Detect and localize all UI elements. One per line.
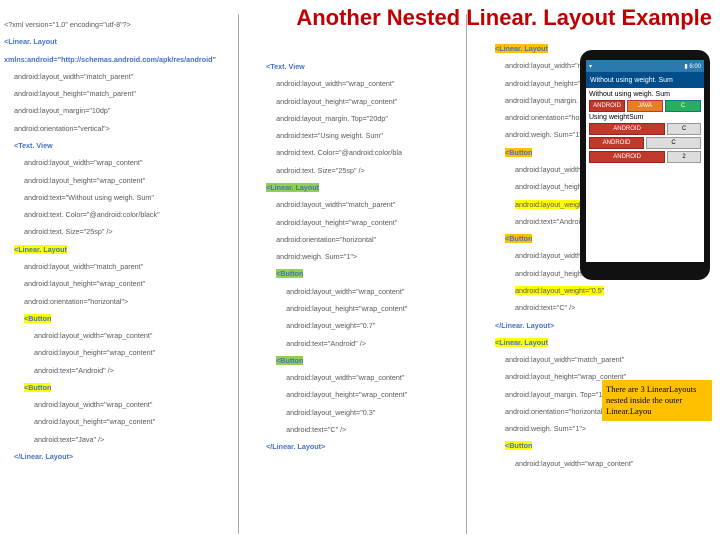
- code-line: <Button: [4, 310, 258, 327]
- code-line: <Linear. Layout: [4, 241, 258, 258]
- code-line: android:layout_height="wrap_content": [4, 344, 258, 361]
- code-line: android:text. Color="@android:color/blac…: [4, 206, 258, 223]
- code-line: android:layout_weight="0.5": [495, 282, 716, 299]
- phone-row-1: ANDROID JAVA C: [589, 100, 701, 112]
- code-line: </Linear. Layout>: [4, 448, 258, 465]
- code-line: android:layout_width="wrap_content": [495, 455, 716, 472]
- phone-btn-c-2: C: [667, 123, 701, 135]
- time-icon: ▾: [589, 63, 592, 70]
- phone-mockup: ▾ ▮ 6:00 Without using weight. Sum Withou…: [580, 50, 710, 280]
- phone-app-title: Without using weight. Sum: [586, 72, 704, 88]
- phone-body: Without using weigh. Sum ANDROID JAVA C …: [586, 88, 704, 262]
- code-line: android:text="Android" />: [266, 335, 487, 352]
- phone-btn-android-1: ANDROID: [589, 100, 625, 112]
- code-line: android:layout_width="wrap_content": [4, 327, 258, 344]
- code-line: android:layout_width="match_parent": [4, 68, 258, 85]
- code-line: <Button: [266, 352, 487, 369]
- code-line: android:layout_weight="0.3": [266, 404, 487, 421]
- code-line: android:layout_margin. Top="20dp": [266, 110, 487, 127]
- code-line: android:text. Size="25sp" />: [4, 223, 258, 240]
- phone-btn-android-4: ANDROID: [589, 151, 665, 163]
- code-line: </Linear. Layout>: [495, 317, 716, 334]
- code-line: android:text="Using weight. Sum": [266, 127, 487, 144]
- code-line: <Text. View: [266, 58, 487, 75]
- code-line: android:text="Java" />: [4, 431, 258, 448]
- code-line: android:layout_width="match_parent": [495, 351, 716, 368]
- code-line: <Linear. Layout xmlns:android="http://sc…: [4, 33, 258, 68]
- code-line: android:layout_width="match_parent": [4, 258, 258, 275]
- code-line: <Text. View: [4, 137, 258, 154]
- code-line: android:layout_height="wrap_content": [4, 275, 258, 292]
- code-line: android:layout_width="wrap_content": [266, 283, 487, 300]
- phone-row-2: ANDROID C: [589, 123, 701, 135]
- code-line: android:layout_height="wrap_content": [266, 93, 487, 110]
- phone-row-4: ANDROID 2: [589, 151, 701, 163]
- code-line: android:orientation="horizontal": [266, 231, 487, 248]
- code-line: </Linear. Layout>: [266, 438, 487, 455]
- phone-status-bar: ▾ ▮ 6:00: [586, 60, 704, 72]
- code-line: android:layout_height="match_parent": [4, 85, 258, 102]
- code-line: android:text="Android" />: [4, 362, 258, 379]
- code-line: <Button: [266, 265, 487, 282]
- code-line: android:text="C" />: [266, 421, 487, 438]
- code-line: android:layout_height="wrap_content": [266, 386, 487, 403]
- code-line: android:layout_width="wrap_content": [4, 396, 258, 413]
- phone-label-2: Using weightSum: [589, 114, 701, 121]
- column-divider-1: [238, 14, 239, 534]
- code-line: android:text. Color="@android:color/bla: [266, 144, 487, 161]
- code-line: android:layout_height="wrap_content": [266, 300, 487, 317]
- code-line: android:text="C" />: [495, 299, 716, 316]
- phone-btn-c-4: 2: [667, 151, 701, 163]
- code-line: android:layout_width="wrap_content": [266, 369, 487, 386]
- code-line: android:layout_height="wrap_content": [4, 413, 258, 430]
- code-line: <Linear. Layout: [495, 334, 716, 351]
- phone-btn-c-3: C: [646, 137, 701, 149]
- code-line: android:layout_height="wrap_content": [4, 172, 258, 189]
- code-line: android:layout_margin="10dp": [4, 102, 258, 119]
- code-line: android:orientation="vertical">: [4, 120, 258, 137]
- code-line: android:layout_width="match_parent": [266, 196, 487, 213]
- phone-btn-java: JAVA: [627, 100, 663, 112]
- code-line: <Button: [495, 437, 716, 454]
- code-line: android:text. Size="25sp" />: [266, 162, 487, 179]
- code-line: android:text="Without using weigh. Sum": [4, 189, 258, 206]
- column-divider-2: [466, 14, 467, 534]
- code-column-2: <Text. View android:layout_width="wrap_c…: [262, 14, 491, 540]
- battery-icon: ▮ 6:00: [684, 63, 701, 70]
- code-line: <?xml version="1.0" encoding="utf-8"?>: [4, 16, 258, 33]
- phone-screen: ▾ ▮ 6:00 Without using weight. Sum Withou…: [586, 60, 704, 262]
- phone-btn-android-3: ANDROID: [589, 137, 644, 149]
- phone-btn-c-1: C: [665, 100, 701, 112]
- phone-btn-android-2: ANDROID: [589, 123, 665, 135]
- code-line: <Linear. Layout: [266, 179, 487, 196]
- code-line: android:layout_weight="0.7": [266, 317, 487, 334]
- code-line: android:layout_height="wrap_content": [266, 214, 487, 231]
- code-line: android:orientation="horizontal">: [4, 293, 258, 310]
- code-line: android:layout_width="wrap_content": [266, 75, 487, 92]
- code-column-1: <?xml version="1.0" encoding="utf-8"?> <…: [0, 14, 262, 540]
- code-line: android:weigh. Sum="1">: [266, 248, 487, 265]
- phone-row-3: ANDROID C: [589, 137, 701, 149]
- code-line: <Button: [4, 379, 258, 396]
- code-line: android:weigh. Sum="1">: [495, 420, 716, 437]
- phone-label-1: Without using weigh. Sum: [589, 91, 701, 98]
- callout-box: There are 3 LinearLayouts nested inside …: [602, 380, 712, 421]
- code-line: android:layout_width="wrap_content": [4, 154, 258, 171]
